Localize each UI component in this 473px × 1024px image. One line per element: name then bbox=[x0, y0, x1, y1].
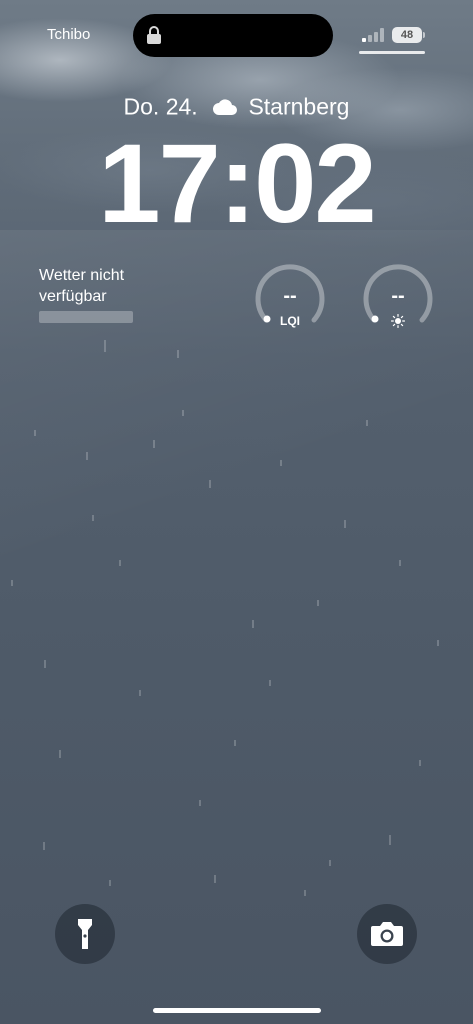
date-weather-line: Do. 24. Starnberg bbox=[0, 92, 473, 120]
date-label: Do. 24. bbox=[123, 93, 198, 120]
camera-icon bbox=[371, 922, 403, 946]
air-quality-value: -- bbox=[283, 285, 297, 307]
sun-icon bbox=[391, 314, 405, 328]
flashlight-button[interactable] bbox=[55, 904, 115, 964]
location-label: Starnberg bbox=[248, 93, 350, 120]
lock-screen-clock[interactable]: 17:02 bbox=[0, 128, 473, 240]
air-quality-label: LQI bbox=[280, 314, 300, 328]
carrier-name: Tchibo bbox=[47, 26, 91, 43]
weather-placeholder-bar bbox=[39, 311, 133, 323]
cloud-icon bbox=[213, 99, 238, 115]
battery-indicator: 48 bbox=[392, 27, 422, 43]
uv-index-value: -- bbox=[391, 285, 405, 307]
weather-widget[interactable]: Wetter nicht verfügbar bbox=[39, 265, 124, 307]
cellular-signal-icon bbox=[362, 28, 384, 42]
weather-status-line1: Wetter nicht bbox=[39, 267, 125, 284]
camera-button[interactable] bbox=[357, 904, 417, 964]
control-center-handle[interactable] bbox=[359, 51, 425, 54]
weather-status-line2: verfügbar bbox=[39, 288, 107, 305]
flashlight-icon bbox=[78, 919, 92, 949]
dynamic-island bbox=[133, 14, 333, 57]
lock-icon bbox=[147, 26, 161, 44]
home-indicator[interactable] bbox=[153, 1008, 321, 1013]
